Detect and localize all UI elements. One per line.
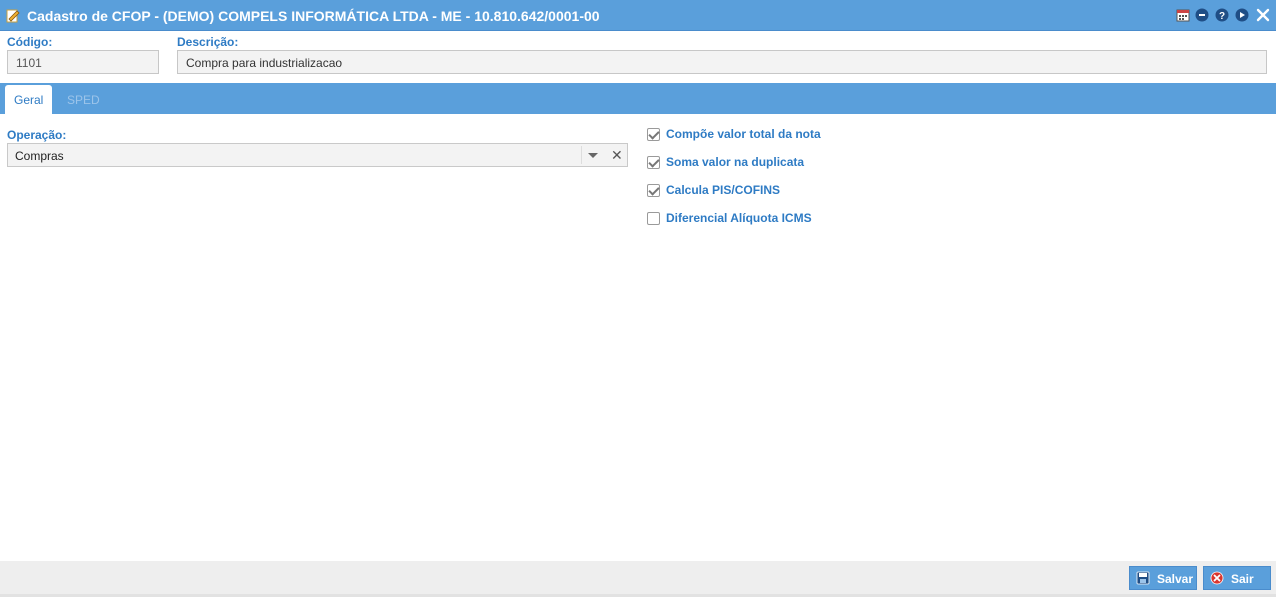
codigo-field[interactable]: 1101	[7, 50, 159, 74]
svg-text:?: ?	[1219, 11, 1225, 22]
cfop-window: Cadastro de CFOP - (DEMO) COMPELS INFORM…	[0, 0, 1276, 597]
descricao-field[interactable]: Compra para industrializacao	[177, 50, 1267, 74]
close-icon[interactable]	[1256, 8, 1270, 22]
tab-bar: Geral SPED	[0, 83, 1276, 114]
checkbox-label: Compõe valor total da nota	[666, 127, 821, 141]
checkbox-box[interactable]	[647, 128, 660, 141]
clear-icon[interactable]: ✕	[611, 147, 623, 164]
help-icon[interactable]: ?	[1215, 8, 1229, 22]
minimize-icon[interactable]	[1195, 8, 1209, 22]
exit-label: Sair	[1231, 572, 1254, 586]
tab-geral[interactable]: Geral	[5, 85, 53, 114]
operacao-value: Compras	[15, 149, 64, 163]
checkbox-box[interactable]	[647, 184, 660, 197]
checkbox-box[interactable]	[647, 156, 660, 169]
title-bar: Cadastro de CFOP - (DEMO) COMPELS INFORM…	[0, 0, 1276, 31]
checkbox-box[interactable]	[647, 212, 660, 225]
operacao-select[interactable]: Compras ✕	[7, 143, 628, 167]
operacao-label: Operação:	[7, 128, 67, 142]
footer-bar	[0, 561, 1276, 597]
exit-icon	[1210, 571, 1224, 585]
chevron-down-icon[interactable]	[588, 153, 598, 158]
calendar-icon[interactable]	[1176, 8, 1190, 22]
checkbox-label: Soma valor na duplicata	[666, 155, 805, 169]
combo-divider	[581, 146, 582, 164]
descricao-label: Descrição:	[177, 35, 239, 49]
edit-icon	[6, 9, 20, 23]
save-icon	[1136, 571, 1150, 585]
tab-sped[interactable]: SPED	[58, 85, 109, 114]
codigo-label: Código:	[7, 35, 53, 49]
exit-button[interactable]: Sair	[1203, 566, 1271, 590]
play-icon[interactable]	[1235, 8, 1249, 22]
save-button[interactable]: Salvar	[1129, 566, 1197, 590]
checkbox-label: Calcula PIS/COFINS	[666, 183, 781, 197]
checkbox-label: Diferencial Alíquota ICMS	[666, 211, 812, 225]
window-title: Cadastro de CFOP - (DEMO) COMPELS INFORM…	[27, 8, 600, 24]
save-label: Salvar	[1157, 572, 1194, 586]
